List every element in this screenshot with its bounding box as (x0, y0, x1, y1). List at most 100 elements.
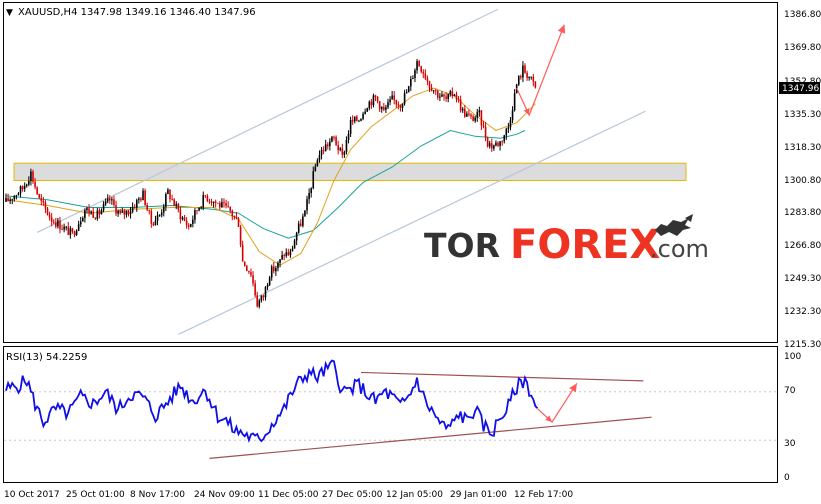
candle-bull (289, 251, 292, 256)
candle-bear (231, 210, 234, 216)
time-x-axis: 10 Oct 2017 25 Oct 01:00 8 Nov 17:00 24 … (4, 490, 573, 500)
rsi-panel-frame (3, 346, 778, 483)
price-tick-label: 1232.30 (784, 307, 821, 317)
candle-bear (225, 203, 227, 206)
candle-bear (254, 283, 256, 296)
price-tick-label: 1335.30 (784, 110, 821, 120)
candle-bull (414, 70, 416, 79)
candle-bear (337, 145, 339, 151)
price-tick-label: 1249.30 (784, 274, 821, 284)
time-tick-label: 12 Feb 17:00 (514, 490, 573, 500)
candle-bull (125, 210, 128, 215)
candle-bear (420, 66, 422, 72)
watermark-forex: FOREX (510, 222, 660, 268)
candle-bull (505, 128, 508, 136)
candle-bear (299, 223, 302, 226)
candle-bear (127, 210, 130, 215)
candle-bull (495, 142, 497, 146)
candle-bull (281, 255, 283, 260)
price-tick-label: 1318.30 (784, 143, 821, 153)
candle-bear (44, 202, 47, 209)
candle-bull (416, 61, 418, 71)
candle-bear (109, 198, 111, 201)
candle-bull (293, 240, 296, 249)
candle-bull (297, 223, 300, 233)
candle-bull (221, 202, 223, 208)
candle-bull (503, 135, 506, 142)
candle-bull (69, 228, 72, 235)
candle-bull (202, 195, 205, 208)
candle-bull (511, 110, 514, 121)
candle-bull (432, 90, 435, 92)
candle-bear (520, 76, 522, 78)
candle-bull (167, 189, 169, 195)
candle-bear (88, 208, 90, 214)
candle-bear (133, 207, 136, 208)
candle-bull (131, 207, 134, 212)
candle-bull (90, 211, 92, 214)
candle-bull (339, 148, 342, 151)
candle-bear (451, 91, 454, 96)
candle-bear (399, 105, 402, 108)
candle-bear (59, 220, 61, 230)
candle-bull (23, 185, 26, 189)
candle-bull (405, 92, 408, 94)
candle-bear (397, 104, 400, 106)
candle-bear (92, 211, 94, 218)
candle-bull (194, 210, 196, 220)
candle-bear (490, 143, 493, 149)
candle-bull (478, 110, 481, 113)
time-tick-label: 27 Dec 05:00 (322, 490, 383, 500)
candle-bear (287, 252, 290, 256)
candle-bull (102, 204, 105, 211)
candle-bull (13, 195, 16, 200)
candle-bear (480, 110, 483, 126)
candle-bull (266, 284, 269, 287)
candle-bear (393, 95, 396, 100)
candle-bear (333, 136, 335, 138)
chart-window: TOR FOREX .com ▼ XAUUSD,H4 1347.98 1349.… (0, 0, 821, 504)
candle-bear (216, 202, 219, 204)
candle-bear (484, 126, 487, 138)
candle-bear (376, 96, 379, 102)
candle-bull (530, 76, 533, 78)
candle-bull (358, 120, 360, 122)
candle-bear (383, 106, 385, 110)
price-tick-label: 1369.80 (784, 43, 821, 53)
candle-bull (343, 152, 346, 155)
candle-bear (183, 217, 186, 221)
candle-bull (181, 217, 184, 220)
resistance-zone (13, 162, 687, 182)
candle-bear (501, 141, 503, 143)
candle-bear (455, 94, 458, 100)
candle-bear (36, 187, 38, 195)
candle-bull (517, 76, 520, 85)
candle-bear (524, 65, 526, 73)
candle-bull (318, 155, 321, 161)
candle-bull (385, 107, 387, 110)
candle-bear (177, 203, 180, 210)
candle-bear (50, 217, 53, 222)
price-tick-label: 1300.80 (784, 176, 821, 186)
candle-bull (77, 224, 80, 231)
candle-bear (61, 229, 63, 231)
candle-bear (46, 208, 49, 215)
candle-bull (308, 192, 310, 200)
candle-bear (196, 210, 198, 211)
candle-bear (443, 94, 445, 97)
candle-bull (63, 226, 65, 230)
candle-bear (434, 90, 437, 92)
candle-bear (32, 171, 34, 182)
time-tick-label: 25 Oct 01:00 (66, 490, 125, 500)
candle-bear (250, 272, 252, 276)
candle-bear (67, 226, 70, 235)
candle-bear (113, 199, 115, 206)
candle-bear (98, 210, 101, 215)
candle-bear (262, 295, 265, 298)
candle-bear (532, 76, 535, 82)
candle-bear (374, 95, 377, 97)
candle-bull (104, 201, 107, 205)
candle-bear (179, 209, 182, 220)
candle-bull (65, 226, 68, 228)
candle-bull (135, 199, 138, 208)
